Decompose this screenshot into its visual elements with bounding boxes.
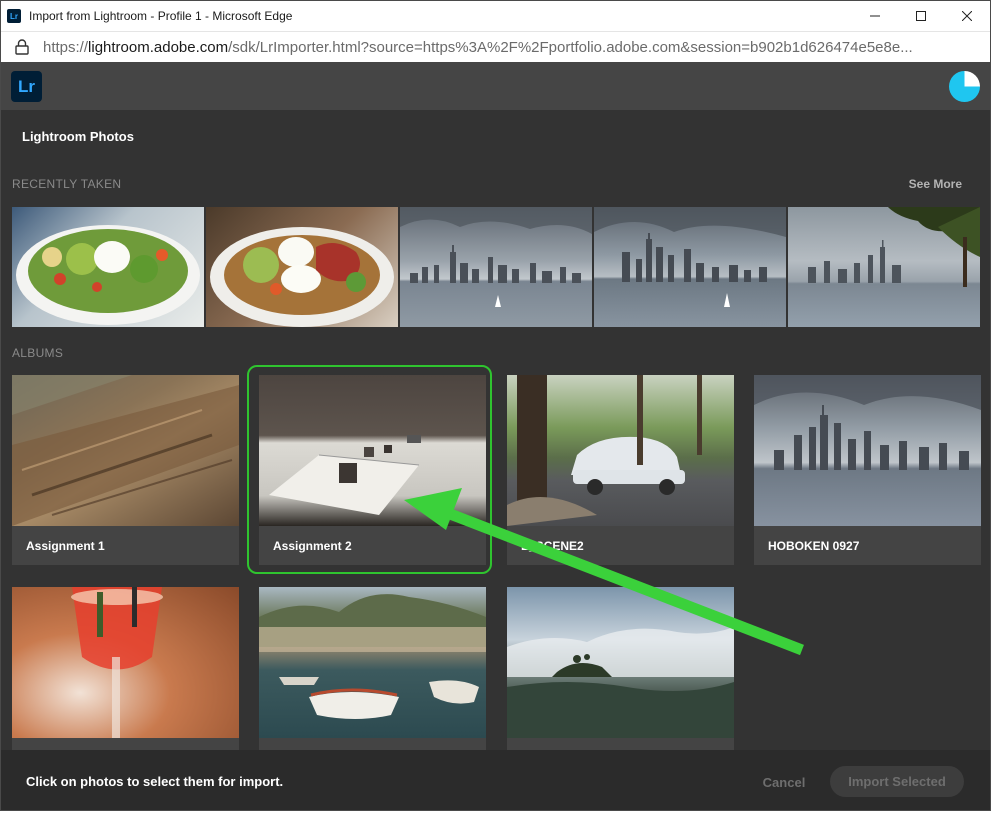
- user-avatar[interactable]: [949, 71, 980, 102]
- recently-taken-label: RECENTLY TAKEN: [12, 177, 122, 191]
- window-controls: [852, 1, 990, 31]
- minimize-button[interactable]: [852, 1, 898, 31]
- album-card[interactable]: HOBOKEN 0927: [754, 375, 981, 565]
- album-thumbnail: [754, 375, 981, 526]
- recently-taken-row: [12, 207, 980, 327]
- url-text[interactable]: https://lightroom.adobe.com/sdk/LrImport…: [43, 39, 983, 56]
- recent-photo[interactable]: [594, 207, 786, 327]
- url-path: /sdk/LrImporter.html?source=https%3A%2F%…: [228, 38, 913, 56]
- album-name: E_SCENE2: [521, 538, 584, 553]
- footer-bar: Click on photos to select them for impor…: [1, 750, 990, 810]
- address-bar: https://lightroom.adobe.com/sdk/LrImport…: [1, 31, 990, 62]
- import-selected-button[interactable]: Import Selected: [830, 766, 964, 797]
- minimize-icon: [870, 15, 880, 17]
- albums-label: ALBUMS: [12, 346, 64, 360]
- album-card[interactable]: [259, 587, 486, 777]
- album-card[interactable]: Assignment 2: [259, 375, 486, 565]
- lightroom-logo: Lr: [11, 71, 42, 102]
- recent-photo[interactable]: [12, 207, 204, 327]
- recent-photo[interactable]: [400, 207, 592, 327]
- app-header: Lr: [1, 62, 990, 110]
- import-hint: Click on photos to select them for impor…: [26, 774, 284, 789]
- album-name: Assignment 2: [273, 538, 352, 553]
- title-bar: Lr Import from Lightroom - Profile 1 - M…: [1, 1, 990, 31]
- album-card[interactable]: Assignment 1: [12, 375, 239, 565]
- album-thumbnail: [259, 375, 486, 526]
- lightroom-app-icon: Lr: [7, 9, 21, 23]
- see-more-link[interactable]: See More: [909, 177, 962, 191]
- album-thumbnail: [507, 587, 734, 738]
- maximize-button[interactable]: [898, 1, 944, 31]
- album-card[interactable]: E_SCENE2: [507, 375, 734, 565]
- cancel-button[interactable]: Cancel: [749, 767, 819, 797]
- album-thumbnail: [12, 375, 239, 526]
- album-thumbnail: [259, 587, 486, 738]
- page-title: Lightroom Photos: [22, 129, 134, 144]
- url-prefix: https://: [43, 38, 89, 56]
- main-content: Lightroom Photos RECENTLY TAKEN See More: [1, 110, 990, 777]
- recent-photo[interactable]: [206, 207, 398, 327]
- album-thumbnail: [507, 375, 734, 526]
- window-title: Import from Lightroom - Profile 1 - Micr…: [29, 9, 293, 23]
- album-name: Assignment 1: [26, 538, 105, 553]
- close-button[interactable]: [944, 1, 990, 31]
- browser-window: Lr Import from Lightroom - Profile 1 - M…: [0, 0, 991, 811]
- url-host: lightroom.adobe.com: [88, 38, 229, 56]
- album-thumbnail: [12, 587, 239, 738]
- album-card[interactable]: [12, 587, 239, 777]
- close-icon: [962, 11, 972, 21]
- album-name: HOBOKEN 0927: [768, 538, 860, 553]
- recent-photo[interactable]: [788, 207, 980, 327]
- album-card[interactable]: [507, 587, 734, 777]
- maximize-icon: [916, 11, 926, 21]
- lock-icon[interactable]: [13, 38, 31, 56]
